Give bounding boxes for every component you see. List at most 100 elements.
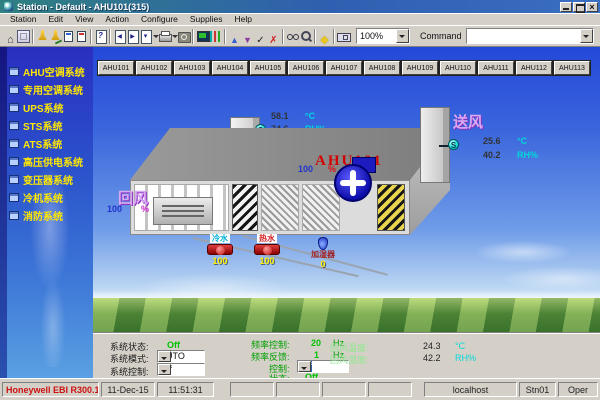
menu-item[interactable]: Help [229, 14, 258, 24]
dropdown-arrow-icon[interactable] [396, 29, 409, 43]
supply-fan-icon[interactable] [334, 164, 372, 202]
zoom-select[interactable]: 100% [356, 28, 410, 44]
command-input[interactable] [466, 28, 594, 44]
ahu-top-face [130, 128, 450, 180]
zoom-icon[interactable] [299, 28, 312, 45]
return-air-duct [153, 197, 213, 225]
landscape-field [93, 298, 600, 333]
menu-item[interactable]: Action [99, 14, 135, 24]
ahu-tab-button[interactable]: AHU112 [516, 61, 552, 75]
ahu-tab-button[interactable]: AHU106 [288, 61, 324, 75]
detail-view-icon[interactable] [337, 28, 350, 45]
sidebar-item[interactable]: STS系统 [0, 116, 93, 134]
system-control-select[interactable]: Off [157, 363, 205, 376]
sidebar-item[interactable]: 高压供电系统 [0, 152, 93, 170]
search-icon[interactable] [286, 28, 299, 45]
humidifier[interactable]: 加湿器 0 [305, 237, 341, 269]
supply-air-humidity-unit: RH% [517, 150, 538, 160]
page-icon [9, 193, 19, 202]
alarm-bell-icon[interactable] [36, 28, 49, 45]
system-status-value: Off [167, 340, 180, 350]
final-filter-section [377, 184, 405, 231]
close-button[interactable] [586, 2, 598, 12]
lower-value-icon[interactable] [241, 28, 254, 45]
ahu-tab-button[interactable]: AHU102 [136, 61, 172, 75]
cold-water-label: 冷水 [210, 234, 230, 243]
cold-water-valve[interactable]: 冷水 100 [203, 234, 237, 266]
dropdown-arrow-icon[interactable] [580, 29, 593, 43]
toolbar-separator [333, 29, 335, 44]
zoom-value: 100% [357, 31, 396, 41]
page-back-icon[interactable] [113, 28, 126, 45]
event-summary-icon[interactable] [75, 28, 88, 45]
status-station: Stn01 [519, 382, 556, 397]
hot-water-valve[interactable]: 热水 100 [250, 234, 284, 266]
fresh-air-temp-unit: °C [305, 111, 315, 121]
statusbar-cell [230, 382, 274, 397]
hot-water-label: 热水 [257, 234, 277, 243]
humidifier-value: 0 [320, 259, 325, 269]
sidebar-item[interactable]: 变压器系统 [0, 170, 93, 188]
menu-item[interactable]: Edit [42, 14, 69, 24]
station-monitor-icon[interactable] [196, 28, 209, 45]
alarm-ack-icon[interactable] [49, 28, 62, 45]
trend-icon[interactable] [209, 28, 222, 45]
humidifier-status-value: Off [305, 372, 318, 378]
system-mode-select[interactable]: AUTO [157, 350, 205, 363]
hot-water-value: 100 [259, 256, 274, 266]
return-humidity-label: 回风湿度: [330, 353, 369, 366]
menu-item[interactable]: Configure [135, 14, 184, 24]
ahu-tab-button[interactable]: AHU111 [478, 61, 514, 75]
home-display-icon[interactable] [4, 28, 17, 45]
filter-section [232, 184, 258, 231]
menu-item[interactable]: Station [4, 14, 42, 24]
minimize-button[interactable] [560, 2, 572, 12]
sidebar-item[interactable]: 冷机系统 [0, 188, 93, 206]
navigation-icon[interactable] [318, 28, 331, 45]
menu-item[interactable]: Supplies [184, 14, 229, 24]
accept-icon[interactable] [254, 28, 267, 45]
raise-value-icon[interactable] [228, 28, 241, 45]
page-icon [9, 67, 19, 76]
ahu-tab-button[interactable]: AHU103 [174, 61, 210, 75]
alarm-summary-icon[interactable] [62, 28, 75, 45]
ahu-tab-button[interactable]: AHU104 [212, 61, 248, 75]
associated-page-icon[interactable] [94, 28, 107, 45]
snapshot-icon[interactable] [177, 28, 190, 45]
ahu-tab-button[interactable]: AHU113 [554, 61, 590, 75]
freq-feedback-value: 1 [314, 350, 319, 360]
freq-control-value: 20 [311, 338, 321, 348]
sidebar-item[interactable]: AHU空调系统 [0, 62, 93, 80]
supply-air-humidity-value: 40.2 [483, 150, 501, 160]
cancel-icon[interactable] [267, 28, 280, 45]
sidebar-item[interactable]: UPS系统 [0, 98, 93, 116]
ahu-tab-button[interactable]: AHU110 [440, 61, 476, 75]
ahu-tab-button[interactable]: AHU105 [250, 61, 286, 75]
maximize-button[interactable] [573, 2, 585, 12]
print-icon[interactable] [158, 28, 177, 45]
return-humidity-unit: RH% [455, 353, 476, 363]
page-recall-icon[interactable] [139, 28, 158, 45]
menu-item[interactable]: View [69, 14, 99, 24]
toolbar-separator [90, 29, 92, 44]
supply-air-sensor-icon[interactable] [448, 139, 459, 150]
status-user: Oper [558, 382, 598, 397]
page-forward-icon[interactable] [126, 28, 139, 45]
display-number-icon[interactable] [17, 28, 30, 45]
page-icon [9, 139, 19, 148]
sidebar-item[interactable]: 专用空调系统 [0, 80, 93, 98]
dropdown-arrow-icon[interactable] [298, 361, 311, 372]
statusbar-cell [368, 382, 412, 397]
ahu-tab-button[interactable]: AHU109 [402, 61, 438, 75]
dropdown-arrow-icon[interactable] [158, 351, 171, 362]
sidebar-item[interactable]: ATS系统 [0, 134, 93, 152]
ahu-tab-button[interactable]: AHU108 [364, 61, 400, 75]
dropdown-arrow-icon[interactable] [158, 364, 171, 375]
ahu-tab-button[interactable]: AHU101 [98, 61, 134, 75]
sidebar-item[interactable]: 消防系统 [0, 206, 93, 224]
page-icon [9, 211, 19, 220]
page-icon [9, 103, 19, 112]
return-damper-unit: % [141, 204, 149, 214]
ahu-tab-button[interactable]: AHU107 [326, 61, 362, 75]
toolbar-separator [282, 29, 284, 44]
